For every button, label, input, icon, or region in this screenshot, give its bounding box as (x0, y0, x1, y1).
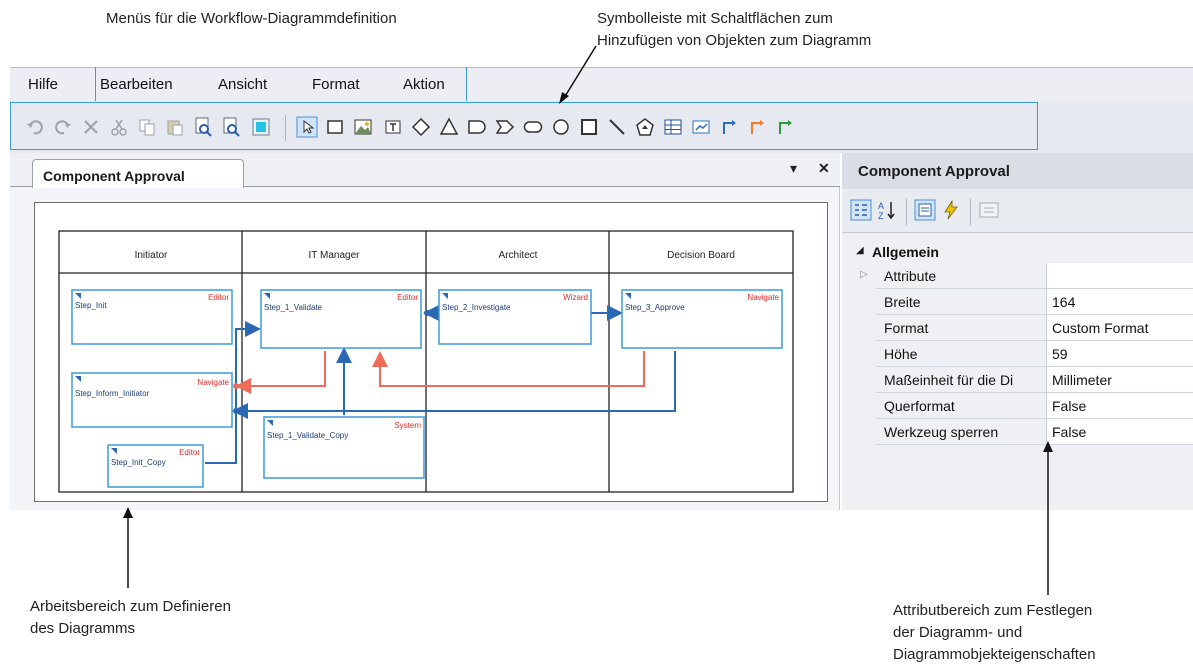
toolbar-separator (970, 199, 971, 225)
lane-header-it-manager: IT Manager (309, 250, 361, 261)
connector-junction (233, 408, 239, 414)
annotation-attributes-line3: Diagrammobjekteigenschaften (893, 646, 1096, 663)
categorized-icon[interactable] (850, 199, 872, 221)
menu-help[interactable]: Hilfe (28, 76, 58, 93)
lane-header-architect: Architect (499, 250, 538, 261)
property-row-format[interactable]: Format Custom Format (842, 315, 1193, 341)
annotation-workspace-line2: des Diagramms (30, 620, 136, 637)
node-tag: Navigate (747, 293, 779, 302)
annotation-workspace-line1: Arbeitsbereich zum Definieren (30, 598, 231, 615)
node-label: Step_2_Investigate (442, 303, 511, 312)
lane-header-initiator: Initiator (135, 250, 168, 261)
node-tag: Editor (179, 448, 200, 457)
property-row-hoehe[interactable]: Höhe 59 (842, 341, 1193, 367)
connector-junction (424, 310, 430, 316)
toolbar-highlight-frame (10, 102, 1038, 150)
node-step-1-validate-copy: Step_1_Validate_Copy System (263, 416, 425, 479)
close-icon[interactable]: ✕ (818, 160, 830, 177)
node-label: Step_Init (75, 301, 107, 310)
properties-panel: Component Approval AZ ◢ Allgemein ▷ Attr… (842, 153, 1193, 510)
node-tag: System (394, 421, 421, 430)
lane-header-decision-board: Decision Board (667, 250, 735, 261)
node-label: Step_3_Approve (625, 303, 685, 312)
collapse-triangle-icon[interactable]: ◢ (856, 245, 864, 256)
property-row-werkzeug-sperren[interactable]: Werkzeug sperren False (842, 419, 1193, 445)
properties-toolbar: AZ (842, 189, 1193, 233)
node-label: Step_1_Validate_Copy (267, 431, 348, 440)
property-row-attribute[interactable]: ▷ Attribute (842, 263, 1193, 289)
properties-view-icon[interactable] (914, 199, 936, 221)
workspace-panel: Component Approval ▾ ✕ Initiator IT Mana… (10, 153, 840, 510)
node-step-2-investigate: Step_2_Investigate Wizard (438, 289, 592, 345)
annotation-toolbar-line1: Symbolleiste mit Schaltflächen zum (597, 10, 833, 27)
properties-title: Component Approval (842, 153, 1193, 189)
events-lightning-icon[interactable] (940, 199, 962, 221)
property-group-general[interactable]: ◢ Allgemein (842, 239, 1193, 265)
document-tabstrip: Component Approval ▾ ✕ (10, 153, 840, 188)
property-pages-icon[interactable] (978, 199, 1000, 221)
node-step-3-approve: Step_3_Approve Navigate (621, 289, 783, 349)
annotation-attributes-line2: der Diagramm- und (893, 624, 1023, 641)
node-tag: Editor (397, 293, 418, 302)
annotation-menus: Menüs für die Workflow-Diagrammdefinitio… (106, 10, 397, 27)
node-tag: Wizard (563, 293, 588, 302)
node-step-init: Step_Init Editor (71, 289, 233, 345)
node-tag: Editor (208, 293, 229, 302)
property-row-masseinheit[interactable]: Maßeinheit für die Di Millimeter (842, 367, 1193, 393)
svg-text:A: A (878, 201, 884, 211)
property-row-breite[interactable]: Breite 164 (842, 289, 1193, 315)
annotation-attributes-line1: Attributbereich zum Festlegen (893, 602, 1093, 619)
toolbar-separator (906, 199, 907, 225)
menu-highlight-frame (95, 67, 467, 101)
node-label: Step_Inform_Initiator (75, 389, 150, 398)
svg-text:Z: Z (878, 211, 884, 221)
property-row-querformat[interactable]: Querformat False (842, 393, 1193, 419)
node-tag: Navigate (197, 378, 229, 387)
node-step-inform-initiator: Step_Inform_Initiator Navigate (71, 372, 233, 428)
node-label: Step_Init_Copy (111, 458, 166, 467)
diagram-canvas[interactable]: Initiator IT Manager Architect Decision … (34, 202, 828, 502)
expand-triangle-icon[interactable]: ▷ (860, 269, 868, 280)
node-step-1-validate: Step_1_Validate Editor (260, 289, 422, 349)
node-label: Step_1_Validate (264, 303, 323, 312)
document-tab[interactable]: Component Approval (32, 159, 244, 188)
node-step-init-copy: Step_Init_Copy Editor (107, 444, 204, 488)
alphabetical-sort-icon[interactable]: AZ (876, 199, 898, 221)
workflow-diagram: Initiator IT Manager Architect Decision … (58, 230, 794, 493)
connector-junction (233, 383, 239, 389)
pin-dropdown-icon[interactable]: ▾ (790, 160, 797, 177)
annotation-toolbar-line2: Hinzufügen von Objekten zum Diagramm (597, 32, 872, 49)
